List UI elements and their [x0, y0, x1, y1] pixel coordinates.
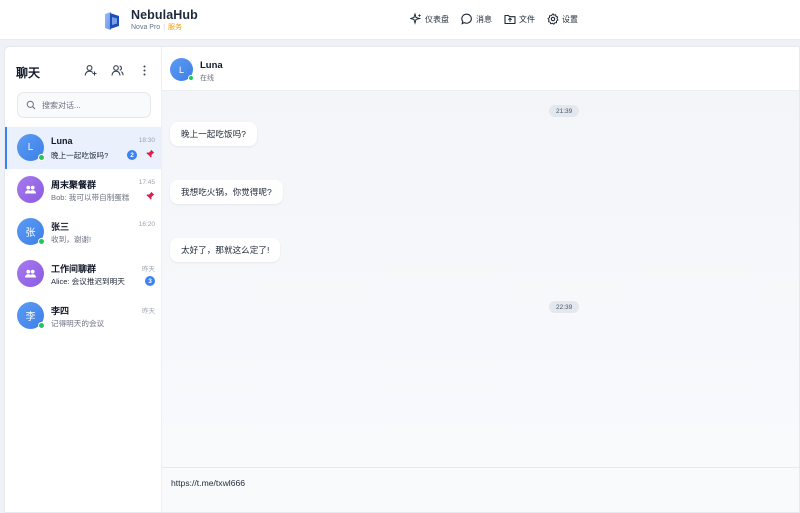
conversation-time: 16:20 [138, 221, 155, 228]
conversation-time: 18:30 [138, 137, 155, 144]
message-composer: https://t.me/txwl666 [162, 467, 799, 512]
group-icon [25, 185, 36, 194]
timestamp-divider: 21:39 [549, 105, 580, 117]
message-bubble[interactable]: 我想吃火锅，你觉得呢? [170, 180, 283, 204]
message-input[interactable]: https://t.me/txwl666 [171, 478, 771, 504]
conversation-preview: Bob: 我可以带自制蛋糕 [51, 193, 130, 202]
more-vertical-icon[interactable] [138, 64, 151, 77]
message-list[interactable]: 21:39 晚上一起吃饭吗? 我想吃火锅，你觉得呢? 太好了，那就这么定了! 2… [162, 91, 799, 467]
conversation-sidebar: 聊天 L Luna 18:30 晚上一起吃饭吗? 2 周末聚餐群 17:45 B… [5, 47, 162, 512]
conversation-item-work-group[interactable]: 工作间聊群 昨天 Alice: 会议推迟到明天 3 [5, 253, 161, 295]
contact-status: 在线 [200, 75, 214, 82]
nav-files[interactable]: 文件 [504, 12, 535, 26]
online-indicator [188, 75, 194, 81]
unread-badge: 2 [127, 150, 137, 160]
group-icon [25, 269, 36, 278]
message-bubble[interactable]: 太好了，那就这么定了! [170, 238, 281, 262]
conversation-item-lisi[interactable]: 李 李四 昨天 记得明天的会议 [5, 295, 161, 337]
chat-panel: L Luna 在线 21:39 晚上一起吃饭吗? 我想吃火锅，你觉得呢? 太好了… [162, 47, 799, 512]
search-icon [26, 100, 36, 110]
online-indicator [38, 154, 45, 161]
chat-bubble-icon [461, 13, 472, 25]
group-avatar [17, 176, 44, 203]
brand-edition: Nova Pro | 服务 [131, 24, 183, 31]
brand-tag: 服务 [168, 24, 183, 31]
conversation-name: 工作间聊群 [51, 264, 97, 274]
nav-messages-label: 消息 [476, 14, 492, 24]
search-input[interactable] [42, 100, 142, 110]
online-indicator [38, 322, 45, 329]
conversation-preview: Alice: 会议推迟到明天 [51, 277, 125, 286]
pin-icon [146, 149, 155, 158]
avatar: 张 [17, 218, 45, 245]
avatar: 李 [17, 302, 45, 329]
conversation-preview: 记得明天的会议 [51, 319, 105, 328]
brand-name: NebulaHub [131, 8, 198, 22]
nav-files-label: 文件 [519, 14, 535, 24]
message-bubble[interactable]: 晚上一起吃饭吗? [170, 122, 257, 146]
nav-settings[interactable]: 设置 [547, 12, 578, 26]
folder-icon [504, 14, 516, 25]
conversation-name: 周末聚餐群 [51, 180, 97, 190]
chat-header: L Luna 在线 [162, 47, 799, 91]
conversation-name: 李四 [51, 306, 70, 316]
brand[interactable]: NebulaHub Nova Pro | 服务 [101, 8, 198, 33]
conversation-item-zhangsan[interactable]: 张 张三 16:20 收到，谢谢! [5, 211, 161, 253]
conversation-name: Luna [51, 136, 73, 146]
contacts-icon[interactable] [111, 64, 124, 77]
app-frame: 聊天 L Luna 18:30 晚上一起吃饭吗? 2 周末聚餐群 17:45 B… [4, 46, 800, 513]
timestamp-divider: 22:39 [549, 301, 580, 313]
top-bar: NebulaHub Nova Pro | 服务 仪表盘 消息 文件 设置 [0, 0, 800, 40]
conversation-name: 张三 [51, 222, 70, 232]
add-contact-icon[interactable] [84, 64, 97, 77]
conversation-item-weekend-group[interactable]: 周末聚餐群 17:45 Bob: 我可以带自制蛋糕 [5, 169, 161, 211]
search-box[interactable] [17, 92, 151, 118]
nebula-logo-icon [101, 10, 123, 32]
sparkle-icon [410, 13, 422, 25]
conversation-preview: 晚上一起吃饭吗? [51, 151, 109, 160]
conversation-item-luna[interactable]: L Luna 18:30 晚上一起吃饭吗? 2 [5, 127, 161, 169]
nav-settings-label: 设置 [562, 14, 578, 24]
gear-icon [547, 13, 559, 25]
nav-dashboard[interactable]: 仪表盘 [410, 12, 449, 26]
pin-icon [146, 191, 155, 200]
contact-avatar[interactable]: L [170, 58, 194, 81]
conversation-time: 17:45 [138, 179, 155, 186]
sidebar-title: 聊天 [16, 66, 41, 80]
nav-messages[interactable]: 消息 [461, 12, 492, 26]
conversation-time: 昨天 [142, 266, 155, 273]
avatar: L [17, 134, 45, 161]
conversation-preview: 收到，谢谢! [51, 235, 92, 244]
nav-dashboard-label: 仪表盘 [425, 14, 449, 24]
conversation-time: 昨天 [142, 308, 155, 315]
online-indicator [38, 238, 45, 245]
top-nav: 仪表盘 消息 文件 设置 [410, 12, 590, 26]
sidebar-header: 聊天 [16, 62, 151, 80]
unread-badge: 3 [145, 276, 155, 286]
contact-name: Luna [200, 60, 223, 71]
group-avatar [17, 260, 44, 287]
